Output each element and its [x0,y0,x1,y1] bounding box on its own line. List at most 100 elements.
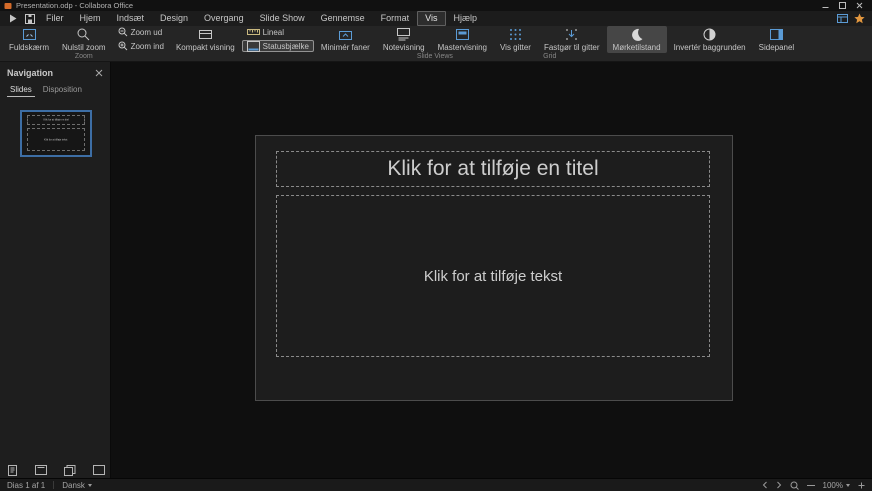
menu-item-hjem[interactable]: Hjem [72,11,109,26]
zoom-slider[interactable] [807,484,815,487]
blank-slide-icon[interactable] [93,465,105,475]
duplicate-slide-icon[interactable] [64,465,76,476]
window-title: Presentation.odp - Collabora Office [16,0,133,11]
statusbar-toggle-label: Statusbjælke [263,42,309,51]
compact-view-icon [198,27,213,42]
zoom-level-label: 100% [823,481,843,490]
close-icon[interactable] [851,0,868,11]
notes-view-button[interactable]: Notevisning [377,26,431,53]
grid-group-label: Grid [494,53,606,61]
slide-icon[interactable] [35,465,47,475]
ruler-button[interactable]: Lineal [242,26,289,38]
side-panel-button[interactable]: Sidepanel [753,26,801,53]
slideshow-play-icon[interactable] [4,12,21,25]
language-label: Dansk [62,481,85,490]
minimize-icon[interactable] [817,0,834,11]
slide-title-placeholder[interactable]: Klik for at tilføje en titel [276,151,710,187]
zoom-in-icon [118,41,128,51]
menu-item-overgang[interactable]: Overgang [196,11,252,26]
sidepanel-icon [769,27,784,42]
zoom-out-label: Zoom ud [131,28,163,37]
menu-item-design[interactable]: Design [152,11,196,26]
tab-slides[interactable]: Slides [7,84,35,97]
fullscreen-icon [22,27,37,42]
dark-mode-label: Mørketilstand [613,44,661,52]
app-window: Presentation.odp - Collabora Office File… [0,0,872,491]
chevron-down-icon [846,484,850,487]
panel-close-icon[interactable] [95,69,103,77]
show-grid-button[interactable]: Vis gitter [494,26,537,53]
group-zoom: Nulstil zoom Zoom [56,26,112,61]
navigation-panel: Navigation Slides Disposition Klik for a… [0,62,111,478]
chevron-down-icon [88,484,92,487]
group-minimize-tabs: Minimér faner [315,26,376,61]
menu-item-hjaelp[interactable]: Hjælp [446,11,486,26]
group-slide-views: Notevisning Mastervisning Slide Views [377,26,493,61]
group-compact: Kompakt visning [170,26,241,61]
tab-disposition[interactable]: Disposition [40,84,85,97]
zoom-in-label: Zoom ind [131,42,164,51]
slide[interactable]: Klik for at tilføje en titel Klik for at… [255,135,733,401]
thumbnail-title-box: Klik for at tilføje en titel [27,115,85,125]
fullscreen-button[interactable]: Fuldskærm [3,26,55,53]
group-zoom-buttons: Zoom ud Zoom ind [113,26,169,61]
statusbar: Dias 1 af 1 Dansk 100% [0,478,872,491]
dark-mode-button[interactable]: Mørketilstand [607,26,667,53]
compact-view-button[interactable]: Kompakt visning [170,26,241,53]
side-panel-label: Sidepanel [759,44,795,52]
menu-item-slide-show[interactable]: Slide Show [252,11,313,26]
menu-item-vis[interactable]: Vis [417,11,445,26]
slide-canvas[interactable]: Klik for at tilføje en titel Klik for at… [111,62,872,478]
group-ruler-statusbar: Lineal Statusbjælke [242,26,314,61]
invert-icon [702,27,717,42]
star-icon[interactable] [854,13,865,24]
slide-count-label: Dias 1 af 1 [7,481,45,490]
master-view-label: Mastervisning [438,44,487,52]
navigation-title: Navigation [7,68,53,78]
statusbar-icon [247,41,260,52]
slide-body-text: Klik for at tilføje tekst [424,268,562,285]
master-view-icon [455,27,470,42]
zoom-level-selector[interactable]: 100% [823,481,850,490]
master-view-button[interactable]: Mastervisning [432,26,493,53]
main-area: Navigation Slides Disposition Klik for a… [0,62,872,478]
reset-zoom-button[interactable]: Nulstil zoom [56,26,112,53]
zoom-in-button[interactable]: Zoom ind [113,40,169,52]
statusbar-toggle-button[interactable]: Statusbjælke [242,40,314,52]
statusbar-zoom-in-icon[interactable] [858,482,865,489]
thumbnail-body-text: Klik for at tilføje tekst [44,138,67,141]
slide-body-placeholder[interactable]: Klik for at tilføje tekst [276,195,710,357]
navigation-tabs: Slides Disposition [0,82,110,102]
minimize-tabs-button[interactable]: Minimér faner [315,26,376,53]
group-dark-mode: Mørketilstand Invertér baggrunden Sidepa… [607,26,801,61]
group-grid: Vis gitter Fastgør til gitter Grid [494,26,606,61]
previous-slide-icon[interactable] [762,481,768,489]
window-controls [817,0,868,11]
app-icon [4,2,12,10]
grid-icon [508,27,523,42]
snap-to-grid-button[interactable]: Fastgør til gitter [538,26,606,53]
next-slide-icon[interactable] [776,481,782,489]
menu-item-format[interactable]: Format [373,11,418,26]
minimize-tabs-label: Minimér faner [321,44,370,52]
language-selector[interactable]: Dansk [62,481,92,490]
maximize-icon[interactable] [834,0,851,11]
zoom-out-icon [118,27,128,37]
minimize-tabs-icon [338,27,353,42]
zoom-magnifier-icon[interactable] [790,481,799,490]
menu-item-indsaet[interactable]: Indsæt [109,11,153,26]
show-grid-label: Vis gitter [500,44,531,52]
slide-title-text: Klik for at tilføje en titel [387,157,598,181]
statusbar-divider [53,481,54,489]
layout-icon[interactable] [837,14,848,23]
panel-bottom-toolbar [0,462,110,478]
slide-thumbnail[interactable]: Klik for at tilføje en titel Klik for at… [20,110,92,157]
menu-item-filer[interactable]: Filer [38,11,72,26]
save-icon[interactable] [21,12,38,25]
zoom-out-button[interactable]: Zoom ud [113,26,168,38]
menu-item-gennemse[interactable]: Gennemse [313,11,373,26]
moon-icon [629,27,644,42]
invert-background-label: Invertér baggrunden [674,44,746,52]
invert-background-button[interactable]: Invertér baggrunden [668,26,752,53]
page-icon[interactable] [7,465,18,476]
